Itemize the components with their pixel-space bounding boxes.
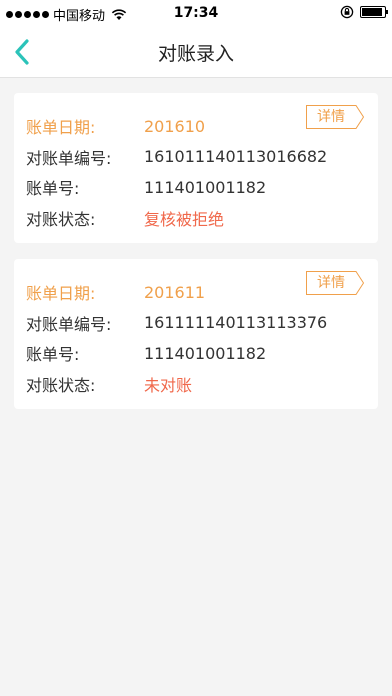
bill-number-row: 账单号: 111401001182 <box>26 172 366 203</box>
rotation-lock-icon <box>340 5 354 19</box>
page-title: 对账录入 <box>157 43 234 65</box>
status-bar: 中国移动 17:34 <box>0 0 392 26</box>
battery-icon <box>360 6 388 18</box>
navigation-bar: 对账录入 <box>0 26 392 78</box>
detail-button[interactable]: 详情 <box>306 105 364 129</box>
status-badge: 未对账 <box>144 375 193 395</box>
statement-number-row: 对账单编号: 161111140113113376 <box>26 308 366 339</box>
bill-number-label: 账单号: <box>26 345 80 365</box>
list-item: 详情 账单日期: 201610 对账单编号: 16101114011301668… <box>14 93 378 243</box>
bill-number-value: 111401001182 <box>144 343 267 363</box>
status-label: 对账状态: <box>26 209 96 229</box>
statement-number-value: 161111140113113376 <box>144 313 328 333</box>
bill-number-value: 111401001182 <box>144 177 267 197</box>
bill-number-label: 账单号: <box>26 179 80 199</box>
detail-button[interactable]: 详情 <box>306 271 364 295</box>
bill-date-label: 账单日期: <box>26 284 96 304</box>
statement-number-label: 对账单编号: <box>26 148 112 168</box>
bill-date-value: 201610 <box>144 116 206 136</box>
status-right <box>340 5 388 19</box>
status-label: 对账状态: <box>26 375 96 395</box>
statement-number-value: 161011140113016682 <box>144 147 328 167</box>
status-badge: 复核被拒绝 <box>144 209 225 229</box>
status-row: 对账状态: 未对账 <box>26 369 366 400</box>
reconciliation-list: 详情 账单日期: 201610 对账单编号: 16101114011301668… <box>14 93 378 425</box>
statement-number-label: 对账单编号: <box>26 314 112 334</box>
status-row: 对账状态: 复核被拒绝 <box>26 203 366 234</box>
detail-button-label: 详情 <box>317 275 345 291</box>
list-item: 详情 账单日期: 201611 对账单编号: 16111114011311337… <box>14 259 378 409</box>
status-time: 17:34 <box>173 5 219 21</box>
bill-date-label: 账单日期: <box>26 118 96 138</box>
statement-number-row: 对账单编号: 161011140113016682 <box>26 142 366 173</box>
bill-number-row: 账单号: 111401001182 <box>26 338 366 369</box>
bill-date-value: 201611 <box>144 282 206 302</box>
detail-button-label: 详情 <box>317 109 345 125</box>
